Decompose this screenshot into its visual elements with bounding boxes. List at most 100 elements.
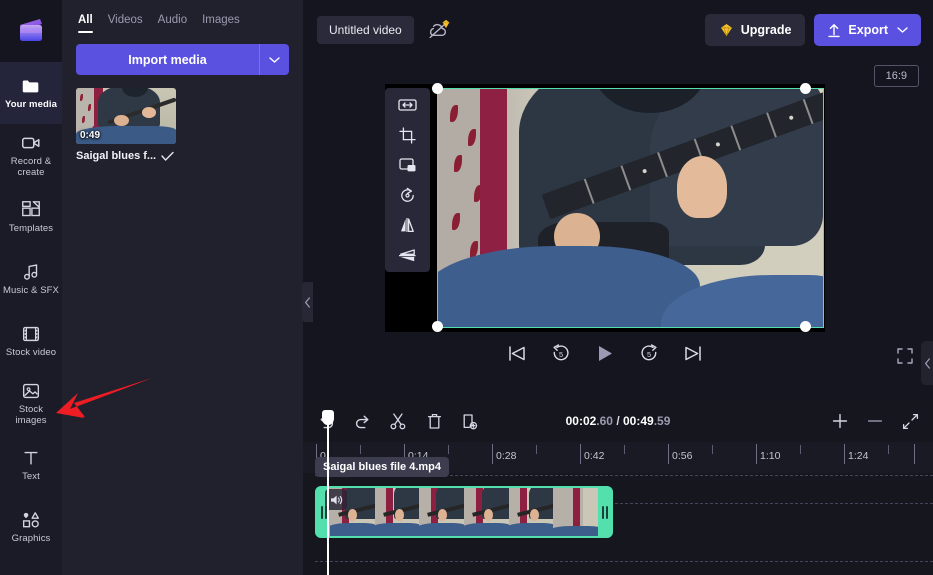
timeline-playhead[interactable] bbox=[327, 411, 329, 575]
rewind-5-icon: 5 bbox=[551, 344, 571, 363]
tab-audio[interactable]: Audio bbox=[158, 14, 187, 33]
play-icon bbox=[595, 344, 615, 363]
timeline-zoom-controls bbox=[831, 412, 919, 430]
forward-5-button[interactable]: 5 bbox=[639, 344, 659, 363]
zoom-out-minus-icon bbox=[867, 413, 883, 429]
sidebar-item-music-sfx[interactable]: Music & SFX bbox=[0, 248, 62, 310]
zoom-in-button[interactable] bbox=[831, 412, 849, 430]
folder-icon bbox=[20, 75, 42, 97]
sidebar-item-label: Text bbox=[22, 472, 40, 483]
zoom-in-plus-icon bbox=[832, 413, 848, 429]
text-t-icon bbox=[20, 447, 42, 469]
clip-frame bbox=[509, 488, 554, 536]
skip-end-button[interactable] bbox=[683, 345, 703, 362]
split-button[interactable] bbox=[389, 412, 407, 430]
image-icon bbox=[20, 380, 42, 402]
clip-frame bbox=[464, 488, 509, 536]
sidebar-item-label: Stock video bbox=[6, 348, 56, 359]
fit-timeline-button[interactable] bbox=[901, 412, 919, 430]
ruler-label: 0:56 bbox=[672, 450, 692, 462]
play-button[interactable] bbox=[595, 344, 615, 363]
timeline-toolbar: 00:02.60 / 00:49.59 bbox=[303, 400, 933, 442]
zoom-out-button[interactable] bbox=[866, 412, 884, 430]
ruler-label: 0:28 bbox=[496, 450, 516, 462]
tab-videos[interactable]: Videos bbox=[108, 14, 143, 33]
time-separator: / bbox=[613, 414, 623, 428]
fit-tool-button[interactable] bbox=[395, 95, 421, 115]
flip-vertical-tool-button[interactable] bbox=[395, 245, 421, 265]
flip-horizontal-icon bbox=[399, 217, 417, 233]
flip-vertical-icon bbox=[398, 248, 417, 263]
sidebar-item-record-create[interactable]: Record & create bbox=[0, 124, 62, 186]
ruler-label: 0:42 bbox=[584, 450, 604, 462]
video-selection-frame[interactable] bbox=[437, 88, 824, 328]
duplicate-button[interactable] bbox=[461, 412, 479, 430]
fullscreen-button[interactable] bbox=[897, 348, 913, 369]
resize-handle-top-right[interactable] bbox=[800, 83, 811, 94]
playhead-knob[interactable] bbox=[322, 410, 334, 425]
media-panel-collapse-button[interactable] bbox=[302, 282, 313, 322]
skip-to-end-icon bbox=[683, 345, 703, 362]
clipchamp-logo[interactable] bbox=[0, 0, 62, 62]
sidebar-item-templates[interactable]: Templates bbox=[0, 186, 62, 248]
media-grid: 0:49 Saigal blues f... bbox=[76, 88, 289, 162]
crop-tool-button[interactable] bbox=[395, 125, 421, 145]
sidebar-item-label: Stock images bbox=[15, 405, 46, 426]
clip-thumbnails bbox=[330, 488, 598, 536]
upgrade-button[interactable]: Upgrade bbox=[705, 14, 806, 46]
sidebar-item-stock-images[interactable]: Stock images bbox=[0, 372, 62, 434]
project-title[interactable]: Untitled video bbox=[317, 16, 414, 44]
sidebar-item-label: Record & create bbox=[11, 157, 51, 178]
total-time-fraction: .59 bbox=[654, 414, 671, 428]
ruler-label: 1:10 bbox=[760, 450, 780, 462]
chevron-left-icon bbox=[304, 297, 311, 308]
sidebar-item-your-media[interactable]: Your media bbox=[0, 62, 62, 124]
sidebar-item-label: Your media bbox=[5, 100, 57, 111]
export-label: Export bbox=[848, 23, 888, 37]
crop-icon bbox=[399, 127, 416, 144]
resize-handle-top-left[interactable] bbox=[432, 83, 443, 94]
skip-to-start-icon bbox=[507, 345, 527, 362]
video-canvas bbox=[385, 84, 825, 332]
sidebar-item-stock-video[interactable]: Stock video bbox=[0, 310, 62, 372]
film-strip-icon bbox=[20, 323, 42, 345]
media-thumbnail[interactable]: 0:49 bbox=[76, 88, 176, 144]
current-time: 00:02 bbox=[566, 414, 597, 428]
redo-button[interactable] bbox=[353, 412, 371, 430]
clip-trim-handle-right[interactable] bbox=[598, 488, 611, 536]
flip-horizontal-tool-button[interactable] bbox=[395, 215, 421, 235]
svg-text:5: 5 bbox=[559, 350, 563, 359]
video-tools-toolbar bbox=[385, 88, 430, 272]
tab-images[interactable]: Images bbox=[202, 14, 240, 33]
sidebar-item-graphics[interactable]: Graphics bbox=[0, 496, 62, 558]
resize-handle-bottom-right[interactable] bbox=[800, 321, 811, 332]
resize-handle-bottom-left[interactable] bbox=[432, 321, 443, 332]
timeline: 00:02.60 / 00:49.59 bbox=[303, 400, 933, 575]
fit-to-screen-icon bbox=[902, 413, 919, 430]
editor-stage: Untitled video bbox=[303, 0, 933, 575]
rotate-tool-button[interactable] bbox=[395, 185, 421, 205]
playback-controls: 5 5 bbox=[385, 344, 825, 363]
media-item-meta: Saigal blues f... bbox=[76, 150, 194, 162]
sidebar-item-text[interactable]: Text bbox=[0, 434, 62, 496]
aspect-ratio-button[interactable]: 16:9 bbox=[874, 65, 919, 87]
delete-button[interactable] bbox=[425, 412, 443, 430]
rewind-5-button[interactable]: 5 bbox=[551, 344, 571, 363]
upgrade-label: Upgrade bbox=[741, 23, 792, 37]
import-media-dropdown[interactable] bbox=[259, 44, 289, 75]
pip-tool-button[interactable] bbox=[395, 155, 421, 175]
cloud-sync-off-button[interactable] bbox=[423, 17, 453, 43]
svg-text:5: 5 bbox=[647, 350, 651, 359]
export-button[interactable]: Export bbox=[814, 14, 921, 46]
timeline-clip[interactable] bbox=[315, 486, 613, 538]
tab-all[interactable]: All bbox=[78, 14, 93, 33]
diamond-icon bbox=[441, 16, 451, 34]
import-media-button[interactable]: Import media bbox=[76, 44, 259, 75]
check-icon bbox=[161, 151, 174, 162]
current-time-fraction: .60 bbox=[596, 414, 613, 428]
properties-panel-collapse-button[interactable] bbox=[921, 341, 933, 385]
skip-start-button[interactable] bbox=[507, 345, 527, 362]
diamond-icon bbox=[719, 23, 734, 37]
media-item[interactable]: 0:49 Saigal blues f... bbox=[76, 88, 176, 162]
media-panel: All Videos Audio Images Import media bbox=[62, 0, 303, 575]
